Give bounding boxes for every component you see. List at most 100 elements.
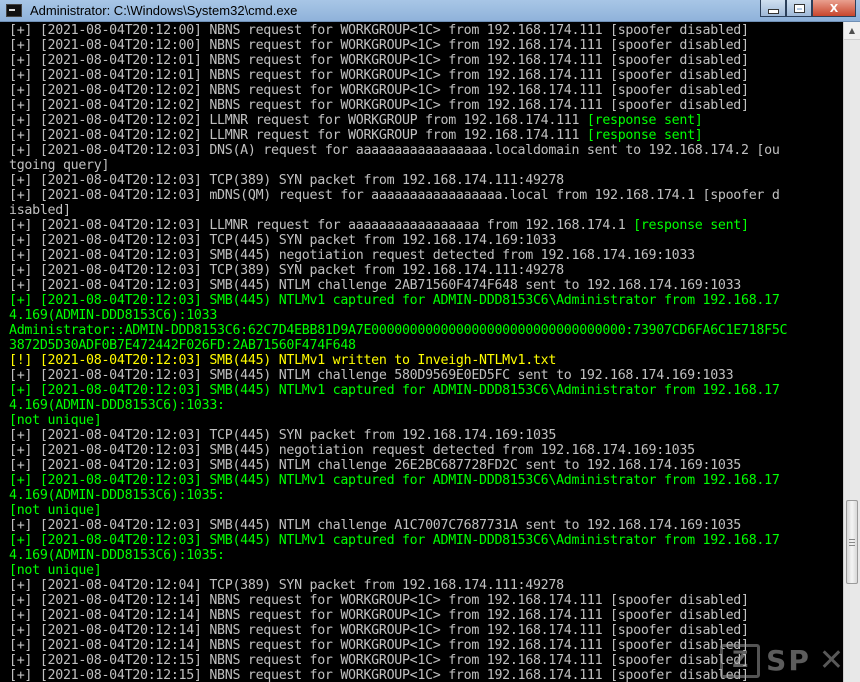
response-sent-label: [response sent]: [586, 128, 703, 143]
console-line-text: [!] [2021-08-04T20:12:03] SMB(445) NTLMv…: [9, 353, 557, 368]
console-line: [+] [2021-08-04T20:12:15] NBNS request f…: [9, 668, 843, 682]
console-line-text: Administrator::ADMIN-DDD8153C6:62C7D4EBB…: [9, 323, 788, 338]
console-line: [+] [2021-08-04T20:12:03] SMB(445) NTLM …: [9, 518, 843, 533]
console-line: [not unique]: [9, 413, 843, 428]
maximize-button[interactable]: [786, 0, 812, 17]
console-line-text: [+] [2021-08-04T20:12:14] NBNS request f…: [9, 608, 749, 623]
console-line: [+] [2021-08-04T20:12:14] NBNS request f…: [9, 638, 843, 653]
console-line-text: [+] [2021-08-04T20:12:03] SMB(445) NTLMv…: [9, 383, 780, 398]
watermark-text: SP: [766, 644, 811, 677]
console-line: [!] [2021-08-04T20:12:03] SMB(445) NTLMv…: [9, 353, 843, 368]
console-line: [+] [2021-08-04T20:12:03] TCP(389) SYN p…: [9, 173, 843, 188]
console-line-text: [not unique]: [9, 563, 102, 578]
cmd-window: Administrator: C:\Windows\System32\cmd.e…: [0, 0, 860, 682]
console-line-text: [+] [2021-08-04T20:12:03] TCP(445) SYN p…: [9, 233, 557, 248]
console-line: [+] [2021-08-04T20:12:02] LLMNR request …: [9, 128, 843, 143]
console-line-text: [+] [2021-08-04T20:12:03] DNS(A) request…: [9, 143, 780, 158]
console-line: [+] [2021-08-04T20:12:03] TCP(445) SYN p…: [9, 233, 843, 248]
console-line-text: [+] [2021-08-04T20:12:03] SMB(445) NTLM …: [9, 278, 742, 293]
response-sent-label: [response sent]: [633, 218, 749, 233]
watermark: Z SP ✕: [720, 643, 844, 678]
console-line-text: [+] [2021-08-04T20:12:03] TCP(389) SYN p…: [9, 263, 564, 278]
console-line-text: [+] [2021-08-04T20:12:03] TCP(445) SYN p…: [9, 428, 557, 443]
console-line-text: [+] [2021-08-04T20:12:01] NBNS request f…: [9, 68, 749, 83]
title-bar[interactable]: Administrator: C:\Windows\System32\cmd.e…: [0, 0, 860, 22]
console-line: [+] [2021-08-04T20:12:03] SMB(445) negot…: [9, 248, 843, 263]
console-output[interactable]: [+] [2021-08-04T20:12:00] NBNS request f…: [9, 23, 843, 682]
watermark-logo-icon: Z: [720, 643, 761, 678]
close-button[interactable]: X: [812, 0, 856, 17]
watermark-close-icon: ✕: [818, 643, 844, 678]
console-line-text: 3872D5D30ADF0B7E472442F026FD:2AB71560F47…: [9, 338, 356, 353]
vertical-scrollbar[interactable]: ▲: [843, 22, 860, 682]
console-line: [+] [2021-08-04T20:12:04] TCP(389) SYN p…: [9, 578, 843, 593]
console-line: [+] [2021-08-04T20:12:03] SMB(445) negot…: [9, 443, 843, 458]
console-line: [+] [2021-08-04T20:12:03] mDNS(QM) reque…: [9, 188, 843, 203]
console-line: 4.169(ADMIN-DDD8153C6):1033:: [9, 398, 843, 413]
console-line: [+] [2021-08-04T20:12:00] NBNS request f…: [9, 38, 843, 53]
console-line: [+] [2021-08-04T20:12:14] NBNS request f…: [9, 608, 843, 623]
console-line-text: [+] [2021-08-04T20:12:03] SMB(445) negot…: [9, 443, 695, 458]
console-line-text: 4.169(ADMIN-DDD8153C6):1035:: [9, 488, 225, 503]
console-line-text: 4.169(ADMIN-DDD8153C6):1035:: [9, 548, 225, 563]
console-line-text: [+] [2021-08-04T20:12:03] SMB(445) NTLM …: [9, 458, 742, 473]
console-line-text: isabled]: [9, 203, 71, 218]
console-line: [+] [2021-08-04T20:12:02] NBNS request f…: [9, 98, 843, 113]
console-line: [+] [2021-08-04T20:12:03] SMB(445) NTLMv…: [9, 383, 843, 398]
console-line-text: [+] [2021-08-04T20:12:02] NBNS request f…: [9, 83, 749, 98]
console-line-text: [+] [2021-08-04T20:12:14] NBNS request f…: [9, 623, 749, 638]
grip-line: [849, 545, 855, 546]
console-line: [not unique]: [9, 563, 843, 578]
console-line-text: [+] [2021-08-04T20:12:03] SMB(445) NTLMv…: [9, 533, 780, 548]
cmd-icon[interactable]: [6, 4, 22, 17]
console-line-text: [+] [2021-08-04T20:12:02] LLMNR request …: [9, 113, 587, 128]
console-line-text: [+] [2021-08-04T20:12:14] NBNS request f…: [9, 638, 749, 653]
console-line: [+] [2021-08-04T20:12:03] TCP(389) SYN p…: [9, 263, 843, 278]
console-line: [+] [2021-08-04T20:12:03] SMB(445) NTLM …: [9, 368, 843, 383]
console-line: 4.169(ADMIN-DDD8153C6):1033: [9, 308, 843, 323]
console-line: [+] [2021-08-04T20:12:03] SMB(445) NTLMv…: [9, 533, 843, 548]
console-line: [+] [2021-08-04T20:12:00] NBNS request f…: [9, 23, 843, 38]
console-line-text: [+] [2021-08-04T20:12:15] NBNS request f…: [9, 668, 749, 682]
console-line-text: [+] [2021-08-04T20:12:03] TCP(389) SYN p…: [9, 173, 564, 188]
console-line: [+] [2021-08-04T20:12:03] SMB(445) NTLM …: [9, 278, 843, 293]
console-line-text: [+] [2021-08-04T20:12:00] NBNS request f…: [9, 38, 749, 53]
console-line-text: [+] [2021-08-04T20:12:03] SMB(445) NTLMv…: [9, 473, 780, 488]
console-line: [+] [2021-08-04T20:12:03] TCP(445) SYN p…: [9, 428, 843, 443]
console-line-text: [+] [2021-08-04T20:12:02] LLMNR request …: [9, 128, 587, 143]
console-line-text: [+] [2021-08-04T20:12:03] SMB(445) NTLMv…: [9, 293, 780, 308]
console-line-text: [+] [2021-08-04T20:12:03] mDNS(QM) reque…: [9, 188, 780, 203]
console-line: [+] [2021-08-04T20:12:03] SMB(445) NTLM …: [9, 458, 843, 473]
response-sent-label: [response sent]: [586, 113, 703, 128]
console-line: [+] [2021-08-04T20:12:03] LLMNR request …: [9, 218, 843, 233]
console-line-text: [+] [2021-08-04T20:12:14] NBNS request f…: [9, 593, 749, 608]
console-line-text: [+] [2021-08-04T20:12:03] LLMNR request …: [9, 218, 634, 233]
console-line: [+] [2021-08-04T20:12:03] DNS(A) request…: [9, 143, 843, 158]
grip-line: [849, 542, 855, 543]
minimize-button[interactable]: [760, 0, 786, 17]
console-line-text: [+] [2021-08-04T20:12:01] NBNS request f…: [9, 53, 749, 68]
console-line: [+] [2021-08-04T20:12:14] NBNS request f…: [9, 593, 843, 608]
console-line-text: [+] [2021-08-04T20:12:00] NBNS request f…: [9, 23, 749, 38]
console-line: [+] [2021-08-04T20:12:01] NBNS request f…: [9, 53, 843, 68]
console-line-text: tgoing query]: [9, 158, 110, 173]
console-line-text: [+] [2021-08-04T20:12:04] TCP(389) SYN p…: [9, 578, 564, 593]
console-line: Administrator::ADMIN-DDD8153C6:62C7D4EBB…: [9, 323, 843, 338]
console-line: [+] [2021-08-04T20:12:02] LLMNR request …: [9, 113, 843, 128]
grip-line: [849, 539, 855, 540]
console-line: [+] [2021-08-04T20:12:03] SMB(445) NTLMv…: [9, 293, 843, 308]
console-line-text: [+] [2021-08-04T20:12:03] SMB(445) NTLM …: [9, 518, 742, 533]
scroll-up-arrow-icon[interactable]: ▲: [844, 22, 860, 40]
console-line-text: [+] [2021-08-04T20:12:02] NBNS request f…: [9, 98, 749, 113]
console-line-text: [+] [2021-08-04T20:12:03] SMB(445) negot…: [9, 248, 695, 263]
console-line: [+] [2021-08-04T20:12:03] SMB(445) NTLMv…: [9, 473, 843, 488]
console-line-text: 4.169(ADMIN-DDD8153C6):1033: [9, 308, 218, 323]
console-line: [+] [2021-08-04T20:12:15] NBNS request f…: [9, 653, 843, 668]
scroll-thumb[interactable]: [846, 500, 858, 584]
console-line: [not unique]: [9, 503, 843, 518]
console-line: [+] [2021-08-04T20:12:14] NBNS request f…: [9, 623, 843, 638]
console-line-text: [not unique]: [9, 503, 102, 518]
console-line: [+] [2021-08-04T20:12:02] NBNS request f…: [9, 83, 843, 98]
console-line-text: 4.169(ADMIN-DDD8153C6):1033:: [9, 398, 225, 413]
maximize-icon: [794, 4, 804, 12]
